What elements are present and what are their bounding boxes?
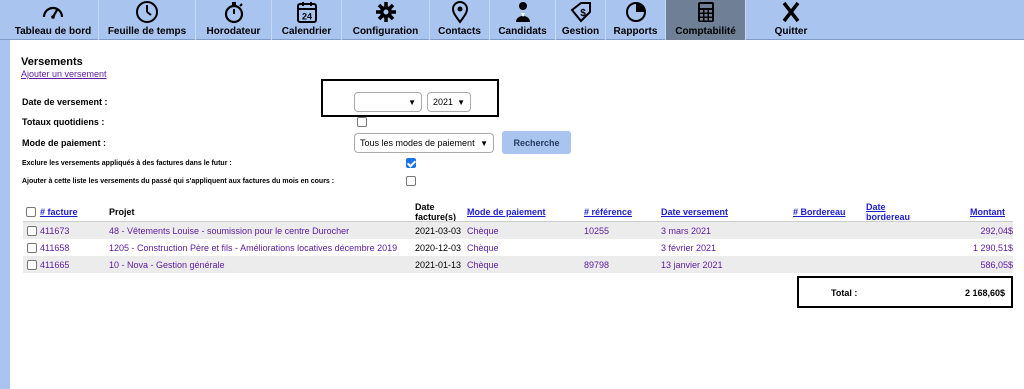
map-pin-icon (451, 1, 468, 24)
payment-date: 3 mars 2021 (661, 226, 712, 236)
col-reference[interactable]: # référence (584, 207, 632, 217)
nav-label: Contacts (438, 26, 481, 37)
nav-label: Quitter (774, 26, 808, 37)
payment-mode-select[interactable]: Tous les modes de paiement ▼ (354, 133, 494, 153)
nav-comptabilite[interactable]: Comptabilité (666, 0, 746, 40)
nav-gestion[interactable]: $ Gestion (556, 0, 606, 40)
table-row: 411665 10 - Nova - Gestion générale 2021… (23, 256, 1013, 273)
row-checkbox[interactable] (27, 243, 37, 253)
invoice-link[interactable]: 411673 (40, 226, 69, 236)
project-link[interactable]: 1205 - Construction Père et fils - Améli… (109, 243, 397, 253)
gear-icon (375, 2, 396, 22)
payment-mode[interactable]: Chèque (467, 260, 499, 270)
left-sidebar-strip (0, 0, 10, 389)
nav-calendrier[interactable]: 24 Calendrier (272, 0, 342, 40)
calendar-day: 24 (301, 12, 311, 22)
project-link[interactable]: 10 - Nova - Gestion générale (109, 260, 225, 270)
search-button[interactable]: Recherche (502, 131, 571, 154)
payment-date: 13 janvier 2021 (661, 260, 723, 270)
nav-label: Horodateur (206, 26, 261, 37)
page-title: Versements (21, 56, 83, 68)
reference: 89798 (584, 260, 610, 270)
pie-chart-icon (625, 2, 646, 22)
nav-label: Calendrier (281, 26, 332, 37)
calculator-icon (697, 2, 714, 22)
clock-icon (136, 1, 158, 23)
amount: 1 290,51$ (972, 243, 1013, 253)
daily-totals-checkbox[interactable] (357, 117, 367, 127)
nav-contacts[interactable]: Contacts (430, 0, 490, 40)
include-past-label: Ajouter à cette liste les versements du … (22, 178, 335, 185)
total-value: 2 168,60$ (964, 288, 1005, 298)
x-icon (782, 1, 800, 23)
chevron-down-icon: ▼ (457, 98, 465, 107)
users-icon (515, 2, 530, 22)
price-tag-icon: $ (570, 2, 591, 23)
nav-label: Candidats (498, 26, 547, 37)
nav-quitter[interactable]: Quitter (746, 0, 836, 40)
nav-configuration[interactable]: Configuration (342, 0, 430, 40)
table-row: 411658 1205 - Construction Père et fils … (23, 239, 1013, 256)
svg-text:$: $ (580, 8, 586, 19)
col-bordereau[interactable]: # Bordereau (793, 207, 846, 217)
payment-mode[interactable]: Chèque (467, 226, 499, 236)
col-invoice-date-line1: Date (415, 202, 435, 212)
payment-date: 3 février 2021 (661, 243, 717, 253)
col-invoice[interactable]: # facture (40, 207, 78, 217)
col-amount[interactable]: Montant (970, 207, 1005, 217)
stopwatch-icon (224, 2, 243, 24)
nav-label: Configuration (352, 26, 419, 37)
year-select-value: 2021 (433, 97, 454, 107)
nav-candidats[interactable]: Candidats (490, 0, 556, 40)
nav-label: Tableau de bord (14, 26, 92, 37)
payment-mode[interactable]: Chèque (467, 243, 499, 253)
total-box: Total : 2 168,60$ (797, 276, 1013, 308)
invoice-link[interactable]: 411658 (40, 243, 69, 253)
date-label: Date de versement : (22, 97, 108, 107)
col-project: Projet (109, 207, 135, 217)
chevron-down-icon: ▼ (480, 139, 488, 148)
invoice-date: 2021-01-13 (415, 260, 462, 270)
exclude-future-label: Exclure les versements appliqués à des f… (22, 160, 232, 167)
invoice-date: 2020-12-03 (415, 243, 462, 253)
calendar-icon: 24 (296, 2, 317, 23)
nav-label: Feuille de temps (107, 26, 187, 37)
nav-label: Comptabilité (675, 26, 736, 37)
row-checkbox[interactable] (27, 226, 37, 236)
chevron-down-icon: ▼ (408, 98, 416, 107)
table-row: 411673 48 - Vêtements Louise - soumissio… (23, 222, 1013, 239)
nav-rapports[interactable]: Rapports (606, 0, 666, 40)
invoice-link[interactable]: 411665 (40, 260, 69, 270)
amount: 586,05$ (980, 260, 1013, 270)
select-all-checkbox[interactable] (26, 207, 36, 217)
row-checkbox[interactable] (27, 260, 37, 270)
nav-horodateur[interactable]: Horodateur (196, 0, 272, 40)
total-label: Total : (831, 288, 858, 298)
nav-label: Rapports (613, 26, 658, 37)
include-past-checkbox[interactable] (406, 176, 416, 186)
year-select[interactable]: 2021 ▼ (427, 92, 471, 112)
col-bordereau-date-line1[interactable]: Date (866, 202, 886, 212)
month-select[interactable]: ▼ (354, 92, 422, 112)
invoice-date: 2021-03-03 (415, 226, 462, 236)
payment-mode-label: Mode de paiement : (22, 138, 107, 148)
nav-tableau-de-bord[interactable]: Tableau de bord (8, 0, 99, 40)
project-link[interactable]: 48 - Vêtements Louise - soumission pour … (109, 226, 349, 236)
gauge-icon (42, 6, 64, 19)
exclude-future-checkbox[interactable] (406, 158, 416, 168)
nav-label: Gestion (561, 26, 600, 37)
main-content: Versements Ajouter un versement Date de … (10, 41, 1024, 389)
col-payment-mode[interactable]: Mode de paiement (467, 207, 546, 217)
amount: 292,04$ (980, 226, 1013, 236)
payment-mode-select-value: Tous les modes de paiement (360, 138, 475, 148)
reference: 10255 (584, 226, 610, 236)
nav-feuille-de-temps[interactable]: Feuille de temps (99, 0, 196, 40)
add-payment-link[interactable]: Ajouter un versement (21, 69, 107, 79)
daily-totals-label: Totaux quotidiens : (22, 117, 105, 127)
col-payment-date[interactable]: Date versement (661, 207, 728, 217)
top-nav-bar: Tableau de bord Feuille de temps Horodat… (0, 0, 1024, 40)
